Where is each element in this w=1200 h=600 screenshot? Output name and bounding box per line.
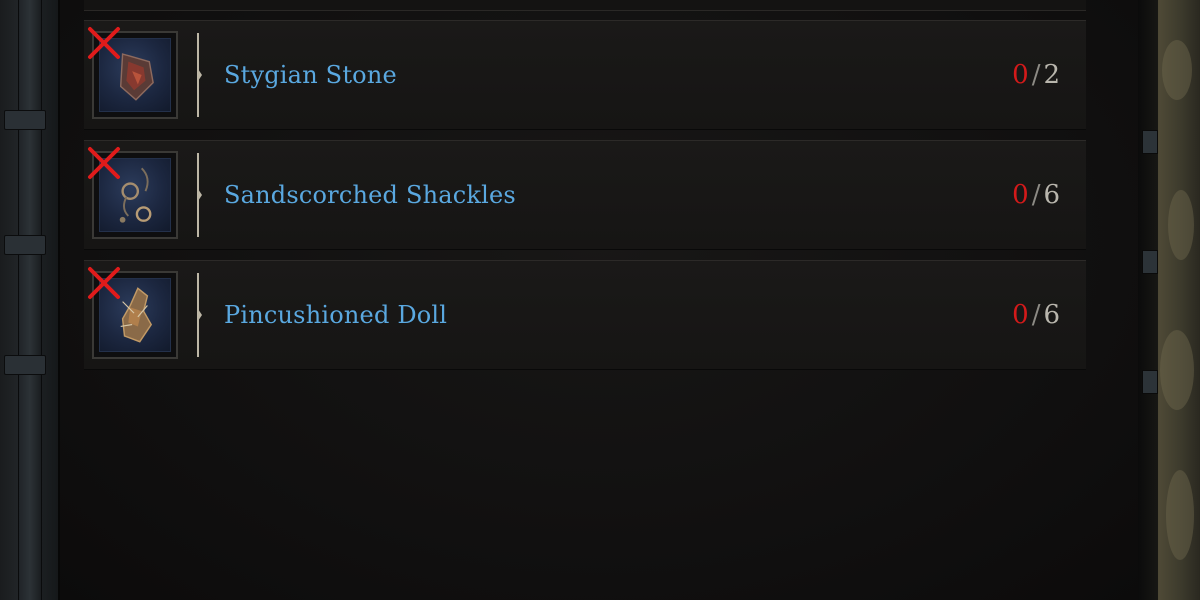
material-count: 0/6 — [1012, 261, 1060, 369]
left-frame-border — [0, 0, 58, 600]
stone-texture — [1162, 40, 1192, 100]
row-divider-ornament — [197, 153, 202, 237]
left-frame-notch — [4, 235, 46, 255]
right-frame-stud — [1142, 130, 1158, 154]
material-count: 0/2 — [1012, 21, 1060, 129]
right-frame-stud — [1142, 370, 1158, 394]
material-name: Stygian Stone — [224, 61, 397, 89]
material-row-stygian-stone[interactable]: Stygian Stone 0/2 — [84, 20, 1086, 130]
count-separator: / — [1031, 300, 1041, 330]
owned-count: 0 — [1012, 60, 1029, 90]
material-count: 0/6 — [1012, 141, 1060, 249]
row-divider-ornament — [197, 273, 202, 357]
count-separator: / — [1031, 60, 1041, 90]
panel-top-strip — [84, 0, 1086, 11]
red-x-icon — [88, 27, 120, 59]
right-frame-stud — [1142, 250, 1158, 274]
owned-count: 0 — [1012, 180, 1029, 210]
material-name: Pincushioned Doll — [224, 301, 448, 329]
red-x-icon — [88, 267, 120, 299]
left-frame-notch — [4, 110, 46, 130]
stone-texture — [1166, 470, 1194, 560]
owned-count: 0 — [1012, 300, 1029, 330]
stone-texture — [1168, 190, 1194, 260]
required-count: 6 — [1043, 300, 1060, 330]
required-count: 6 — [1043, 180, 1060, 210]
count-separator: / — [1031, 180, 1041, 210]
required-count: 2 — [1043, 60, 1060, 90]
stone-texture — [1160, 330, 1194, 410]
left-frame-notch — [4, 355, 46, 375]
red-x-icon — [88, 147, 120, 179]
left-frame-rail — [18, 0, 42, 600]
material-row-pincushioned-doll[interactable]: Pincushioned Doll 0/6 — [84, 260, 1086, 370]
crafting-materials-screen: Stygian Stone 0/2 Sandscorched Shackles … — [0, 0, 1200, 600]
materials-list: Stygian Stone 0/2 Sandscorched Shackles … — [84, 20, 1086, 380]
right-frame-border — [1138, 0, 1200, 600]
material-name: Sandscorched Shackles — [224, 181, 516, 209]
material-row-sandscorched-shackles[interactable]: Sandscorched Shackles 0/6 — [84, 140, 1086, 250]
row-divider-ornament — [197, 33, 202, 117]
right-frame-edge — [1138, 0, 1158, 600]
